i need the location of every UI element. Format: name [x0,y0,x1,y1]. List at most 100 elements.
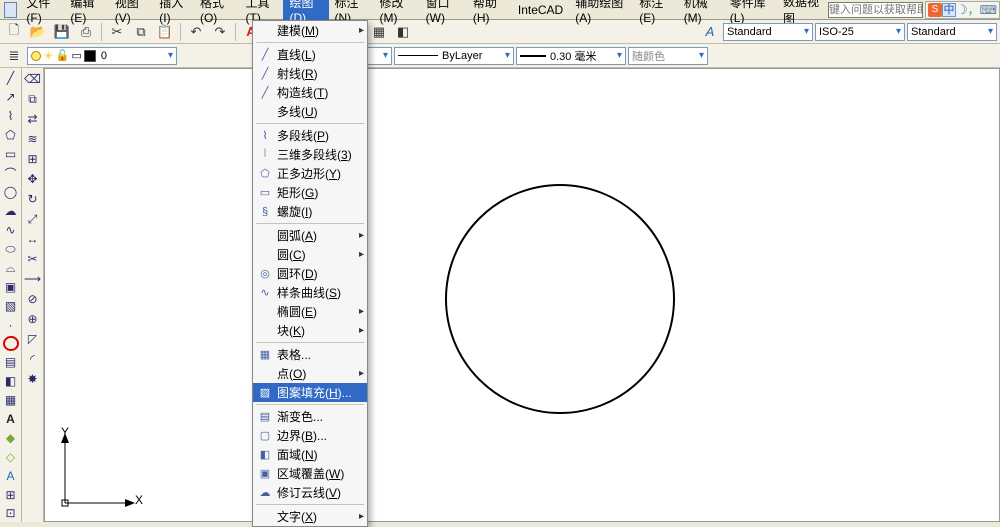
insert-block-tool[interactable]: ▣ [2,279,20,296]
menu-item-构造线[interactable]: ╱构造线(T) [253,83,367,102]
print-button[interactable]: ⎙ [75,22,97,42]
save-button[interactable]: 💾 [51,22,73,42]
ellipse-arc-tool[interactable]: ⌓ [2,260,20,277]
layers-icon[interactable]: ≣ [3,46,25,66]
polygon-tool[interactable]: ⬠ [2,127,20,144]
move-tool[interactable]: ✥ [24,170,42,188]
plotstyle-combo[interactable]: 随颜色▾ [628,47,708,65]
menu-item-图案填充[interactable]: ▨图案填充(H)... [253,383,367,402]
menu-item-圆弧[interactable]: 圆弧(A)▸ [253,226,367,245]
menu-item-射线[interactable]: ╱射线(R) [253,64,367,83]
array-tool[interactable]: ⊞ [24,150,42,168]
menu-item-直线[interactable]: ╱直线(L) [253,45,367,64]
copy-tool[interactable]: ⧉ [24,90,42,108]
menu-help[interactable]: 帮助(H) [467,0,512,27]
mirror-tool[interactable]: ⇄ [24,110,42,128]
drawing-canvas[interactable]: Y X [44,68,1000,522]
chamfer-tool[interactable]: ◸ [24,330,42,348]
menu-item-建模[interactable]: 建模(M)▸ [253,21,367,40]
polyline-tool[interactable]: ⌇ [2,108,20,125]
menu-item-圆环[interactable]: ◎圆环(D) [253,264,367,283]
ellipse-tool[interactable]: ⬭ [2,241,20,258]
join-tool[interactable]: ⊕ [24,310,42,328]
menu-item-label: 圆(C) [277,246,306,263]
open-button[interactable]: 📂 [27,22,49,42]
tool-green1[interactable]: ◆ [2,429,20,446]
textstyle-combo[interactable]: Standard▾ [723,23,813,41]
tool-misc2[interactable]: ⊡ [2,505,20,522]
menu-item-点[interactable]: 点(O)▸ [253,364,367,383]
tool-extra1[interactable]: ▦ [368,22,390,42]
menu-intecad[interactable]: InteCAD [512,1,569,19]
textstyle-icon[interactable]: A [699,22,721,42]
fillet-tool[interactable]: ◜ [24,350,42,368]
circle-tool[interactable]: ◯ [2,184,20,201]
ime-indicator[interactable]: S 中 ☽ ， ⌨ [925,1,1000,19]
new-button[interactable]: 🗋 [3,22,25,42]
menu-item-表格...[interactable]: ▦表格... [253,345,367,364]
tool-extra2[interactable]: ◧ [392,22,414,42]
tablestyle-combo[interactable]: Standard▾ [907,23,997,41]
explode-tool[interactable]: ✸ [24,370,42,388]
copy-button[interactable]: ⧉ [130,22,152,42]
tool-green2[interactable]: ◇ [2,448,20,465]
break-tool[interactable]: ⊘ [24,290,42,308]
menu-item-区域覆盖[interactable]: ▣区域覆盖(W) [253,464,367,483]
linetype-combo[interactable]: ByLayer▾ [394,47,514,65]
scale-tool[interactable]: ⤢ [24,210,42,228]
rectangle-tool[interactable]: ▭ [2,146,20,163]
lineweight-combo[interactable]: 0.30 毫米▾ [516,47,626,65]
make-block-tool[interactable]: ▧ [2,298,20,315]
menu-item-样条曲线[interactable]: ∿样条曲线(S) [253,283,367,302]
rotate-tool[interactable]: ↻ [24,190,42,208]
menu-item-边界[interactable]: ▢边界(B)... [253,426,367,445]
menu-item-椭圆[interactable]: 椭圆(E)▸ [253,302,367,321]
menu-item-面域[interactable]: ◧面域(N) [253,445,367,464]
redo-button[interactable]: ↷ [209,22,231,42]
menu-dim2[interactable]: 标注(E) [633,0,677,27]
region-tool[interactable]: ◧ [2,372,20,389]
layer-combo[interactable]: ☀ 🔓 ▭ 0 ▾ [27,47,177,65]
stretch-tool[interactable]: ↔ [24,230,42,248]
ime-comma-icon: ， [968,1,980,18]
erase-tool[interactable]: ⌫ [24,70,42,88]
menu-item-渐变色...[interactable]: ▤渐变色... [253,407,367,426]
menu-item-多线[interactable]: 多线(U) [253,102,367,121]
undo-button[interactable]: ↶ [185,22,207,42]
hatch-tool-highlighted[interactable] [3,336,19,351]
spline-tool[interactable]: ∿ [2,222,20,239]
menu-item-修订云线[interactable]: ☁修订云线(V) [253,483,367,502]
submenu-arrow-icon: ▸ [359,230,364,241]
lineweight-value: 0.30 毫米 [550,48,596,64]
drawn-circle[interactable] [445,184,675,414]
offset-tool[interactable]: ≋ [24,130,42,148]
arc-tool[interactable]: ⌒ [2,165,20,182]
menu-item-块[interactable]: 块(K)▸ [253,321,367,340]
menu-window[interactable]: 窗口(W) [420,0,467,27]
menu-item-矩形[interactable]: ▭矩形(G) [253,183,367,202]
table-tool[interactable]: ▦ [2,391,20,408]
╱-icon: ╱ [257,48,273,62]
gradient-tool[interactable]: ▤ [2,353,20,370]
menu-item-正多边形[interactable]: ⬠正多边形(Y) [253,164,367,183]
dimstyle-combo[interactable]: ISO-25▾ [815,23,905,41]
paste-button[interactable]: 📋 [154,22,176,42]
menu-item-螺旋[interactable]: §螺旋(I) [253,202,367,221]
menu-auxdraw[interactable]: 辅助绘图(A) [569,0,633,27]
menu-item-圆[interactable]: 圆(C)▸ [253,245,367,264]
menu-item-文字[interactable]: 文字(X)▸ [253,507,367,526]
revcloud-tool[interactable]: ☁ [2,203,20,220]
ime-keyboard-icon: ⌨ [980,3,997,17]
extend-tool[interactable]: ⟶ [24,270,42,288]
help-search-input[interactable] [828,2,923,18]
tool-blue1[interactable]: A [2,467,20,484]
tool-misc1[interactable]: ⊞ [2,486,20,503]
line-tool[interactable]: ╱ [2,70,20,87]
point-tool[interactable]: · [2,317,20,334]
menu-item-多段线[interactable]: ⌇多段线(P) [253,126,367,145]
mtext-tool[interactable]: A [2,410,20,427]
xline-tool[interactable]: ↗ [2,89,20,106]
trim-tool[interactable]: ✂ [24,250,42,268]
cut-button[interactable]: ✂ [106,22,128,42]
menu-item-三维多段线[interactable]: ⦚三维多段线(3) [253,145,367,164]
